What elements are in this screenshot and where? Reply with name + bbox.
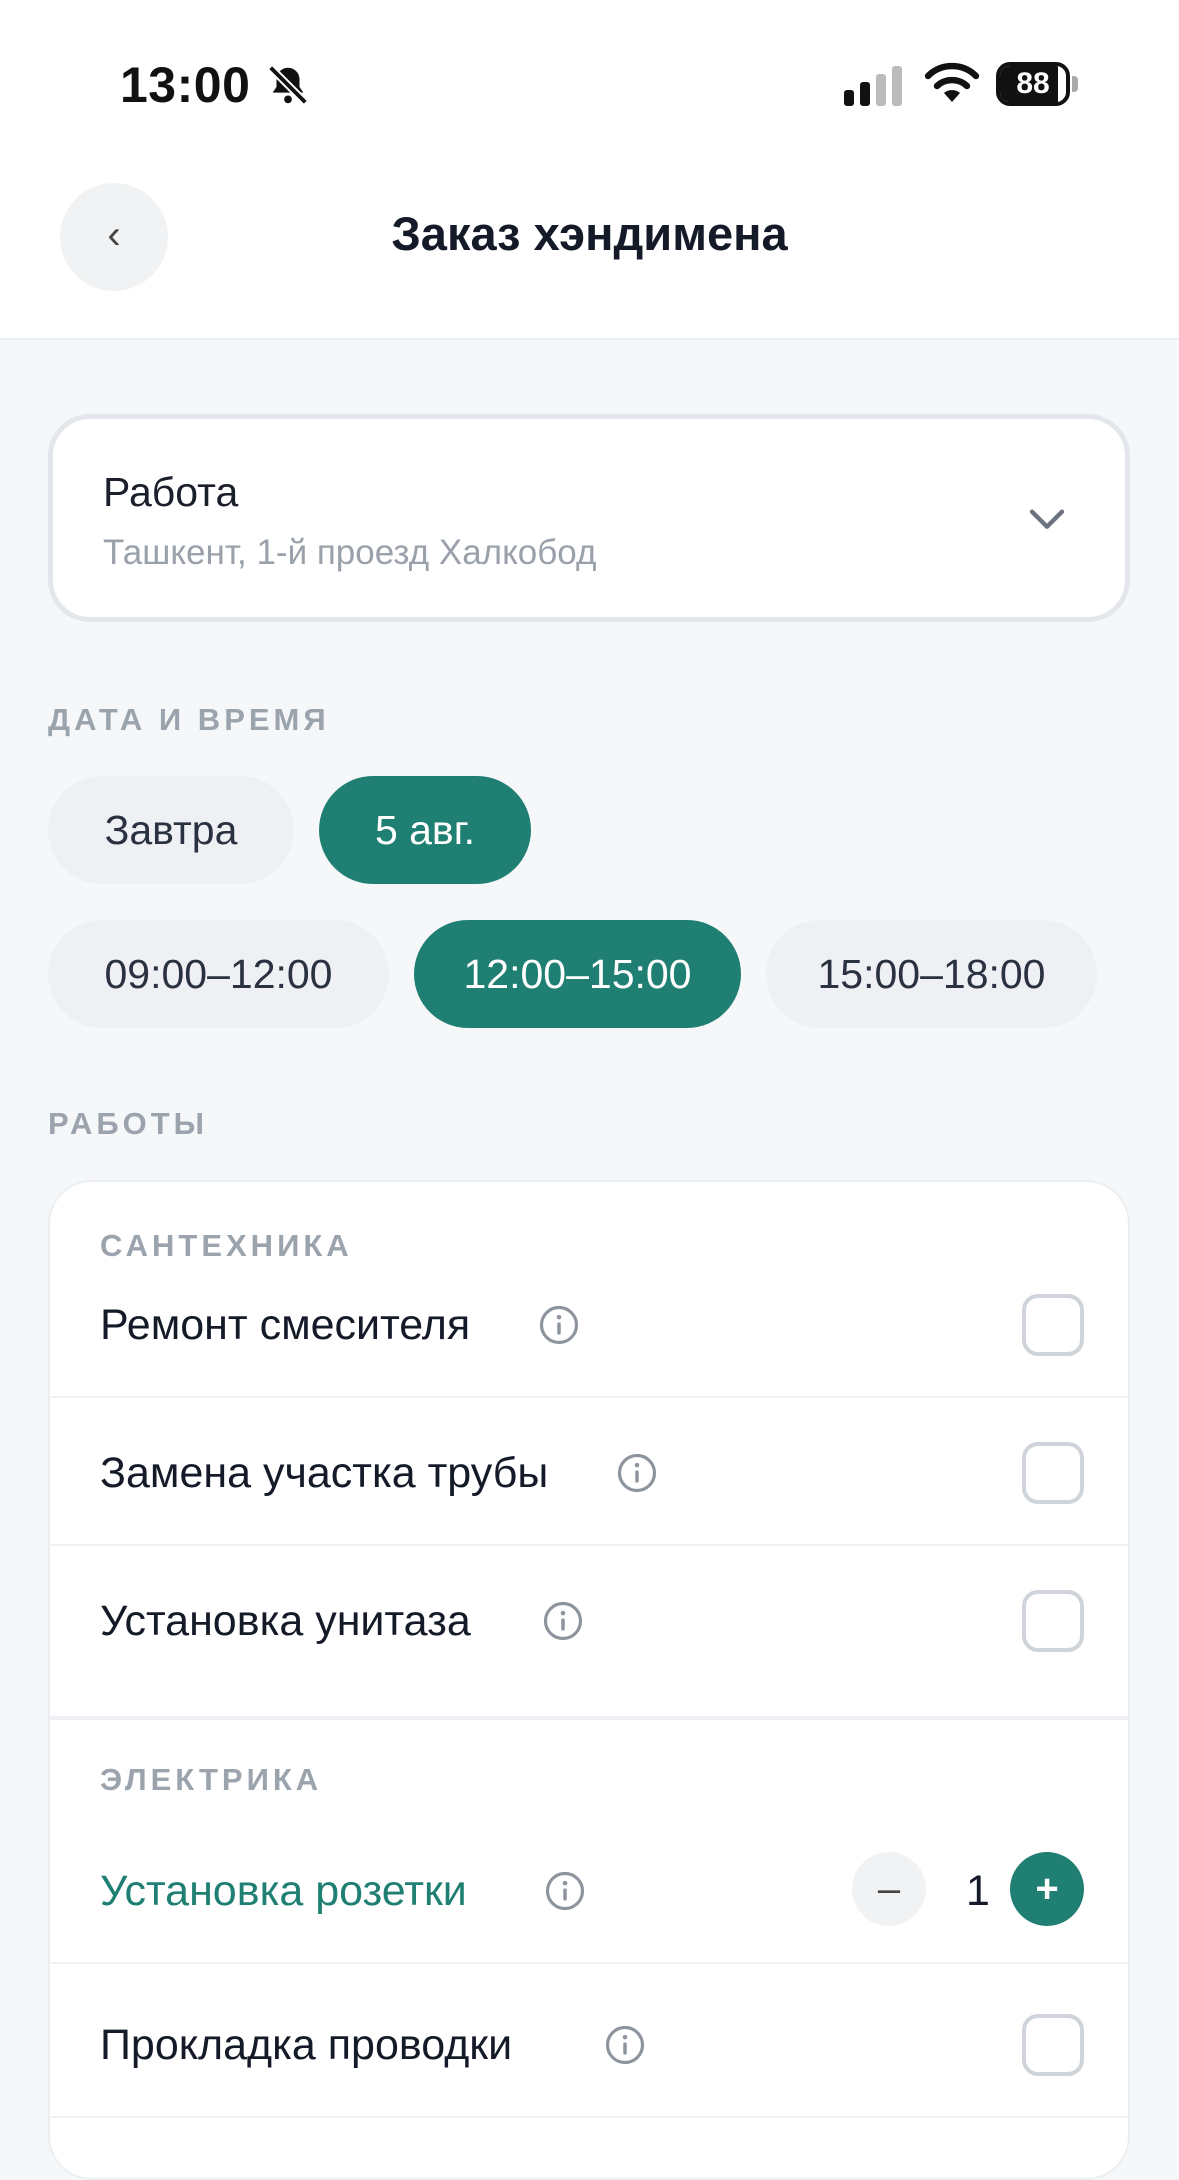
- works-section-label: РАБОТЫ: [48, 1106, 209, 1141]
- chevron-down-icon: [1029, 509, 1065, 529]
- page-title: Заказ хэндимена: [391, 207, 788, 260]
- info-icon[interactable]: [538, 1304, 580, 1346]
- address-name: Работа: [103, 469, 239, 515]
- info-icon[interactable]: [544, 1870, 586, 1912]
- time-slot-15-18[interactable]: 15:00–18:00: [766, 920, 1097, 1028]
- checkbox[interactable]: [1022, 1442, 1084, 1504]
- work-item-label: Замена участка трубы: [100, 1449, 549, 1497]
- status-bar: 13:00 88: [0, 0, 1179, 150]
- info-icon[interactable]: [542, 1600, 584, 1642]
- address-selector[interactable]: Работа Ташкент, 1-й проезд Халкобод: [48, 414, 1130, 622]
- cellular-signal-icon: [844, 66, 902, 106]
- decrement-button[interactable]: –: [852, 1852, 926, 1926]
- time-slot-12-15[interactable]: 12:00–15:00: [414, 920, 741, 1028]
- battery-icon: 88: [996, 62, 1078, 106]
- checkbox[interactable]: [1022, 1590, 1084, 1652]
- address-line: Ташкент, 1-й проезд Халкобод: [103, 533, 597, 572]
- day-chip-aug-5[interactable]: 5 авг.: [319, 776, 531, 884]
- battery-level: 88: [1016, 67, 1050, 100]
- info-icon[interactable]: [616, 1452, 658, 1494]
- work-item-wiring[interactable]: Прокладка проводки: [50, 1972, 1128, 2118]
- header: ‹ Заказ хэндимена: [0, 150, 1179, 340]
- work-item-label: Установка розетки: [100, 1867, 467, 1915]
- datetime-section-label: ДАТА И ВРЕМЯ: [48, 702, 330, 737]
- checkbox[interactable]: [1022, 1294, 1084, 1356]
- wifi-icon: [924, 62, 980, 102]
- group-divider: [50, 1716, 1128, 1720]
- day-chip-tomorrow[interactable]: Завтра: [48, 776, 294, 884]
- work-item-label: Установка унитаза: [100, 1597, 471, 1645]
- work-item-pipe-replacement[interactable]: Замена участка трубы: [50, 1400, 1128, 1546]
- work-item-label: Ремонт смесителя: [100, 1301, 471, 1349]
- info-icon[interactable]: [604, 2024, 646, 2066]
- work-item-label: Прокладка проводки: [100, 2021, 513, 2069]
- works-list: САНТЕХНИКА Ремонт смесителя Замена участ…: [48, 1180, 1130, 2180]
- work-item-faucet-repair[interactable]: Ремонт смесителя: [50, 1252, 1128, 1398]
- checkbox[interactable]: [1022, 2014, 1084, 2076]
- increment-button[interactable]: +: [1010, 1852, 1084, 1926]
- group-label-electrics: ЭЛЕКТРИКА: [100, 1762, 323, 1797]
- quantity-value: 1: [966, 1867, 990, 1915]
- status-time: 13:00: [120, 57, 251, 113]
- bell-off-icon: [268, 65, 308, 105]
- time-slot-09-12[interactable]: 09:00–12:00: [48, 920, 389, 1028]
- work-item-socket-installation[interactable]: Установка розетки – 1 +: [50, 1818, 1128, 1964]
- work-item-toilet-installation[interactable]: Установка унитаза: [50, 1548, 1128, 1694]
